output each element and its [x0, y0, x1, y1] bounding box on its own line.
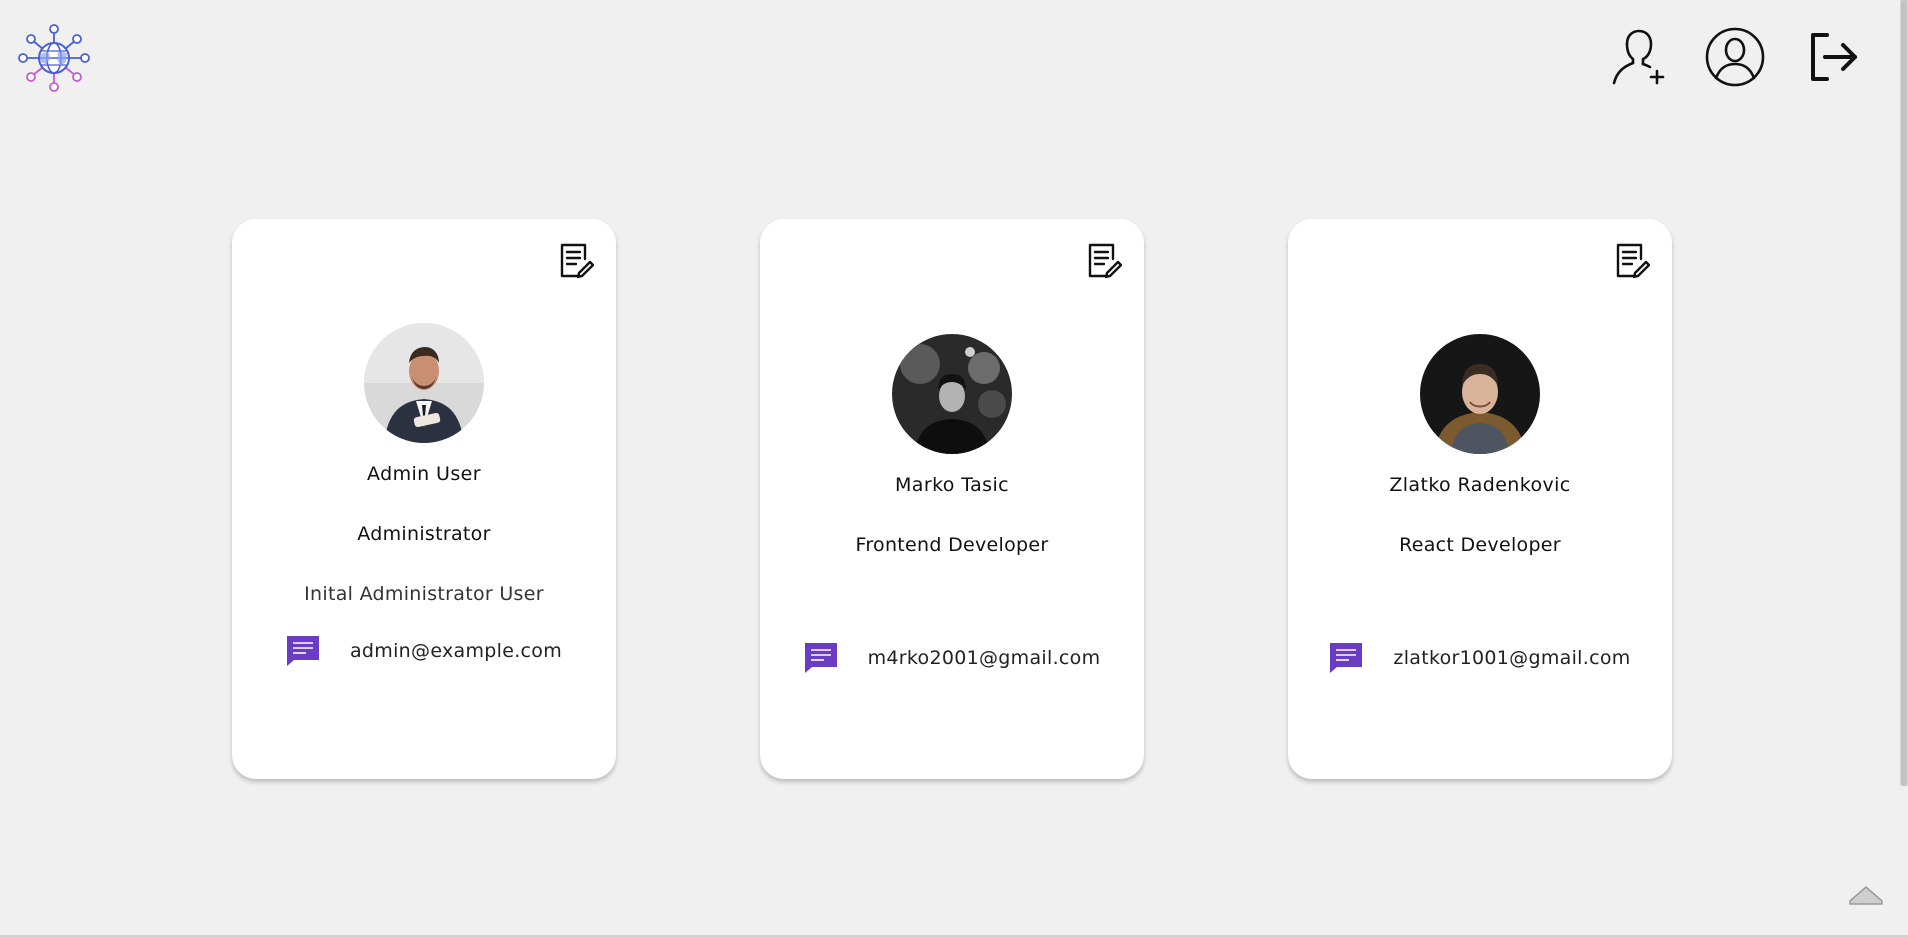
user-title: Administrator — [357, 523, 491, 545]
page: Admin User Administrator Inital Administ… — [0, 0, 1908, 937]
scrollbar-thumb[interactable] — [1901, 0, 1907, 786]
top-navigation — [1606, 26, 1864, 88]
user-name: Admin User — [367, 463, 481, 485]
user-name: Zlatko Radenkovic — [1389, 474, 1571, 496]
user-description: Inital Administrator User — [304, 583, 544, 605]
user-email[interactable]: zlatkor1001@gmail.com — [1393, 647, 1630, 669]
edit-document-icon — [1088, 243, 1123, 279]
user-cards: Admin User Administrator Inital Administ… — [232, 219, 1672, 779]
user-name: Marko Tasic — [895, 474, 1009, 496]
user-title: React Developer — [1399, 534, 1561, 556]
edit-button[interactable] — [1086, 241, 1123, 281]
avatar — [1420, 334, 1540, 454]
edit-button[interactable] — [1614, 241, 1651, 281]
profile-button[interactable] — [1704, 26, 1766, 88]
email-row: zlatkor1001@gmail.com — [1288, 642, 1672, 674]
user-card: Marko Tasic Frontend Developer m4rko2001… — [760, 219, 1144, 779]
user-description — [1288, 594, 1672, 618]
profile-icon — [1705, 27, 1765, 87]
user-card: Admin User Administrator Inital Administ… — [232, 219, 616, 779]
edit-document-icon — [560, 243, 595, 279]
message-icon[interactable] — [804, 642, 838, 674]
scroll-up-icon — [1849, 886, 1883, 905]
edit-button[interactable] — [558, 241, 595, 281]
user-description — [760, 594, 1144, 618]
add-user-icon — [1612, 29, 1665, 85]
user-card: Zlatko Radenkovic React Developer zlatko… — [1288, 219, 1672, 779]
user-email[interactable]: admin@example.com — [350, 640, 562, 662]
scroll-top-button[interactable] — [1848, 883, 1884, 907]
logout-button[interactable] — [1802, 26, 1864, 88]
scrollbar[interactable] — [1900, 0, 1908, 786]
edit-document-icon — [1616, 243, 1651, 279]
user-email[interactable]: m4rko2001@gmail.com — [868, 647, 1101, 669]
message-icon[interactable] — [1329, 642, 1363, 674]
logout-icon — [1811, 33, 1857, 81]
email-row: admin@example.com — [232, 635, 616, 667]
message-icon[interactable] — [286, 635, 320, 667]
add-user-button[interactable] — [1606, 26, 1668, 88]
globe-network-icon[interactable] — [18, 22, 90, 94]
email-row: m4rko2001@gmail.com — [760, 642, 1144, 674]
avatar — [892, 334, 1012, 454]
user-title: Frontend Developer — [855, 534, 1049, 556]
avatar — [364, 323, 484, 443]
